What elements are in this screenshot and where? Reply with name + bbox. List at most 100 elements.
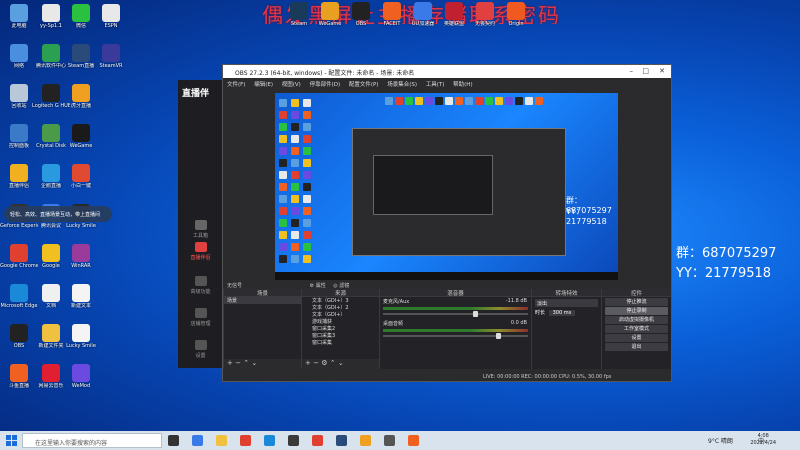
sources-header: 来源 bbox=[302, 289, 379, 297]
volume-knob[interactable] bbox=[496, 333, 502, 339]
app-icon bbox=[42, 164, 60, 182]
clock[interactable]: 4:08 2022/4/24 bbox=[750, 433, 776, 447]
taskbar-app-icon[interactable] bbox=[264, 435, 275, 446]
taskbar-app-icon[interactable] bbox=[384, 435, 395, 446]
desktop-icon[interactable]: WeMod bbox=[62, 364, 100, 398]
volume-knob[interactable] bbox=[472, 311, 478, 317]
taskbar: 在这里输入你要搜索的内容 9°C 晴朗 中 4:08 2022/4/24 bbox=[0, 431, 800, 450]
streaming-app-window[interactable]: 直播伴 工具箱 直播伴侣 高级功能 店铺管理 设置 bbox=[178, 80, 223, 368]
source-item[interactable]: 文本（GDI+）3 bbox=[302, 297, 379, 304]
taskbar-app-icon[interactable] bbox=[312, 435, 323, 446]
remove-icon[interactable]: − bbox=[235, 359, 243, 367]
obs-preview[interactable]: 群：687075297 YY：21779518 bbox=[275, 93, 618, 280]
preview-app-icon bbox=[291, 207, 299, 215]
desktop-icon[interactable]: Origin bbox=[497, 2, 535, 36]
studio-mode-button[interactable]: 工作室模式 bbox=[605, 325, 668, 333]
minimize-button[interactable]: – bbox=[630, 67, 634, 75]
obs-title-bar[interactable]: OBS 27.2.3 (64-bit, windows) - 配置文件: 未命名… bbox=[223, 65, 671, 78]
chevron-down-icon[interactable]: ⌄ bbox=[251, 359, 257, 367]
app-logo: 直播伴 bbox=[182, 89, 210, 99]
controls-dock: 控件 停止推流 停止录制 启动虚拟摄像机 工作室模式 设置 退出 bbox=[601, 289, 671, 369]
nav-item-tools[interactable]: 工具箱 bbox=[178, 220, 223, 239]
preview-app-icon bbox=[535, 97, 543, 105]
source-item[interactable]: 文本（GDI+）2 bbox=[302, 304, 379, 311]
add-icon[interactable]: + bbox=[227, 359, 233, 367]
exit-button[interactable]: 退出 bbox=[605, 343, 668, 351]
menu-edit[interactable]: 编辑(E) bbox=[254, 82, 273, 88]
source-item[interactable]: 窗口采集3 bbox=[302, 332, 379, 339]
taskbar-app-icon[interactable] bbox=[336, 435, 347, 446]
taskbar-app-icon[interactable] bbox=[288, 435, 299, 446]
chevron-up-icon[interactable]: ⌃ bbox=[330, 359, 336, 367]
desktop-icon[interactable]: Lucky Smile bbox=[62, 324, 100, 358]
preview-app-icon bbox=[291, 243, 299, 251]
stop-streaming-button[interactable]: 停止推流 bbox=[605, 298, 668, 306]
virtual-camera-button[interactable]: 启动虚拟摄像机 bbox=[605, 316, 668, 324]
chevron-up-icon[interactable]: ⌃ bbox=[243, 359, 249, 367]
transition-select[interactable]: 淡出 bbox=[535, 299, 598, 307]
source-item[interactable]: 窗口采集 bbox=[302, 339, 379, 346]
app-icon bbox=[72, 124, 90, 142]
nav-item-advanced[interactable]: 高级功能 bbox=[178, 276, 223, 295]
desktop-icon[interactable]: 小白一键 bbox=[62, 164, 100, 198]
remove-icon[interactable]: − bbox=[313, 359, 321, 367]
close-button[interactable]: ✕ bbox=[659, 67, 665, 75]
menu-scene-collection[interactable]: 场景集合(S) bbox=[387, 82, 417, 88]
preview-app-icon bbox=[291, 135, 299, 143]
volume-slider[interactable] bbox=[383, 311, 528, 317]
desktop-icon-label: Lucky Smile bbox=[66, 343, 96, 349]
app-icon bbox=[72, 164, 90, 182]
add-icon[interactable]: + bbox=[305, 359, 311, 367]
source-item[interactable]: 文本（GDI+） bbox=[302, 311, 379, 318]
weather-text[interactable]: 9°C 晴朗 bbox=[708, 436, 733, 445]
obs-menu-bar: 文件(F) 编辑(E) 视图(V) 停靠部件(D) 配置文件(P) 场景集合(S… bbox=[223, 78, 671, 89]
app-icon bbox=[42, 44, 60, 62]
toolbox-icon bbox=[194, 220, 207, 230]
volume-slider[interactable] bbox=[383, 333, 528, 339]
taskbar-app-icon[interactable] bbox=[408, 435, 419, 446]
desktop-icon[interactable]: 虎牙直播 bbox=[62, 84, 100, 118]
taskbar-app-icon[interactable] bbox=[216, 435, 227, 446]
preview-app-icon bbox=[303, 219, 311, 227]
taskbar-search-input[interactable]: 在这里输入你要搜索的内容 bbox=[22, 433, 162, 448]
menu-tools[interactable]: 工具(T) bbox=[426, 82, 445, 88]
scenes-footer: + − ⌃ ⌄ bbox=[224, 359, 301, 369]
taskbar-app-icon[interactable] bbox=[360, 435, 371, 446]
taskbar-app-icon[interactable] bbox=[192, 435, 203, 446]
settings-button[interactable]: 设置 bbox=[605, 334, 668, 342]
desktop-icon[interactable]: ESPN bbox=[92, 4, 130, 38]
preview-app-icon bbox=[445, 97, 453, 105]
yy-number-text: YY：21779518 bbox=[676, 266, 772, 281]
desktop-icon[interactable]: SteamVR bbox=[92, 44, 130, 78]
preview-app-icon bbox=[303, 195, 311, 203]
desktop-icon[interactable]: 新建文本 bbox=[62, 284, 100, 318]
maximize-button[interactable]: □ bbox=[642, 67, 649, 75]
taskbar-app-icon[interactable] bbox=[240, 435, 251, 446]
menu-help[interactable]: 帮助(H) bbox=[453, 82, 472, 88]
mixer-dock: 混音器 麦克风/Aux -11.8 dB 桌面音频 0.0 dB bbox=[379, 289, 531, 369]
chevron-down-icon[interactable]: ⌄ bbox=[338, 359, 344, 367]
nav-item-shop[interactable]: 店铺管理 bbox=[178, 308, 223, 327]
scene-item[interactable]: 场景 bbox=[224, 297, 301, 304]
desktop-icon[interactable]: WinRAR bbox=[62, 244, 100, 278]
obs-window[interactable]: OBS 27.2.3 (64-bit, windows) - 配置文件: 未命名… bbox=[222, 64, 672, 382]
nested-obs-window bbox=[352, 128, 566, 256]
stop-recording-button[interactable]: 停止录制 bbox=[605, 307, 668, 315]
live-icon bbox=[194, 242, 207, 252]
menu-profile[interactable]: 配置文件(P) bbox=[349, 82, 379, 88]
notification-tooltip: 轻松、高效、直播场景互动，带上直播间 bbox=[4, 206, 112, 222]
menu-docks[interactable]: 停靠部件(D) bbox=[310, 82, 341, 88]
nav-item-settings[interactable]: 设置 bbox=[178, 340, 223, 359]
source-item[interactable]: 窗口采集2 bbox=[302, 325, 379, 332]
duration-input[interactable]: 300 ms bbox=[548, 310, 576, 316]
level-meter bbox=[383, 329, 528, 332]
windows-start-icon[interactable] bbox=[6, 435, 17, 446]
gear-icon[interactable]: ⚙ bbox=[321, 359, 327, 367]
preview-app-icon bbox=[279, 99, 287, 107]
menu-view[interactable]: 视图(V) bbox=[282, 82, 301, 88]
nav-item-live[interactable]: 直播伴侣 bbox=[178, 242, 223, 261]
taskbar-app-icon[interactable] bbox=[168, 435, 179, 446]
menu-file[interactable]: 文件(F) bbox=[227, 82, 245, 88]
desktop-icon[interactable]: WeGame bbox=[62, 124, 100, 158]
source-item[interactable]: 游戏捕获 bbox=[302, 318, 379, 325]
